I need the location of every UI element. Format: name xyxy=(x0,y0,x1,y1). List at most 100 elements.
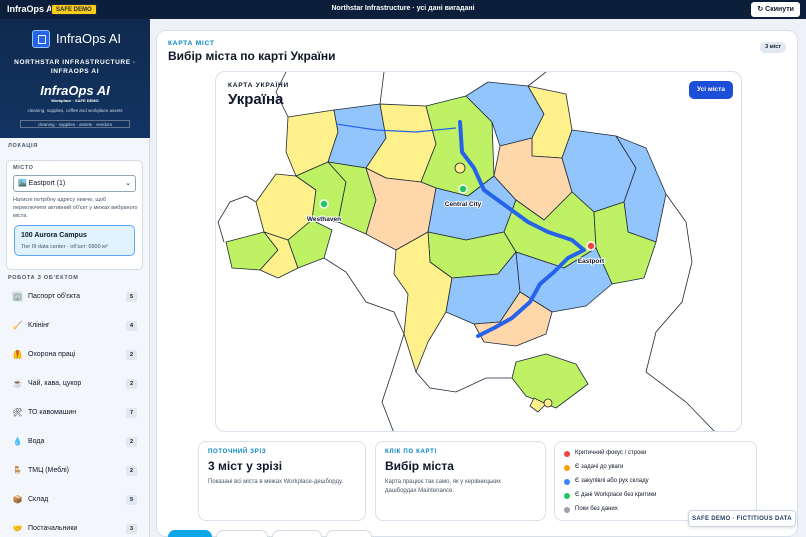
safe-demo-footer-badge: SAFE DEMO · FICTITIOUS DATA xyxy=(688,510,796,527)
sidebar: InfraOps AI NORTHSTAR INFRASTRUCTURE · I… xyxy=(0,19,150,537)
infraops-logo-sub: Workplace · SAFE DEMO xyxy=(51,98,99,103)
org-name-line1: NORTHSTAR INFRASTRUCTURE · xyxy=(14,59,136,66)
work-item-count: 7 xyxy=(126,408,137,418)
city-count-badge: 3 міст xyxy=(760,42,786,53)
location-hint: Натисні потрібну адресу нижче, щоб перек… xyxy=(13,197,138,219)
building-icon: 🏢 xyxy=(12,291,23,302)
legend-label: Є закупівлі або рух складу xyxy=(575,478,649,484)
window-title: Northstar Infrastructure · усі дані вига… xyxy=(331,5,475,12)
work-section-label: РОБОТА З ОБ'ЄКТОМ xyxy=(8,275,79,281)
infraops-logo: InfraOps AI xyxy=(40,83,110,98)
work-item-label: Склад xyxy=(28,496,49,503)
all-cities-button[interactable]: Усі міста xyxy=(689,81,733,99)
box-icon: 📦 xyxy=(12,495,23,504)
map-card: КАРТА УКРАЇНИ Україна Усі міста Westhave… xyxy=(215,71,742,432)
broom-icon: 🧹 xyxy=(12,321,23,330)
work-item-label: Охорона праці xyxy=(28,351,76,358)
water-drop-icon: 💧 xyxy=(12,437,23,446)
tools-icon: 🛠 xyxy=(12,408,23,417)
building-icon xyxy=(32,30,50,48)
card-kicker: КЛІК ПО КАРТІ xyxy=(385,449,437,455)
legend-label: Поки без даних xyxy=(575,506,618,512)
map-click-card: КЛІК ПО КАРТІ Вибір міста Карта працює т… xyxy=(375,441,546,521)
status-dot-gray xyxy=(564,507,570,513)
filter-pill-3[interactable] xyxy=(272,530,322,537)
card-value: Вибір міста xyxy=(385,459,454,473)
chevron-down-icon: ⌄ xyxy=(125,180,131,187)
reset-button[interactable]: ↻ Скинути xyxy=(751,2,800,17)
work-item-count: 2 xyxy=(126,379,137,389)
campus-name: 100 Aurora Campus xyxy=(21,232,87,239)
coffee-icon: ☕ xyxy=(12,379,23,388)
status-dot-red xyxy=(564,451,570,457)
main-panel: КАРТА МІСТ Вибір міста по карті України … xyxy=(156,30,798,537)
work-item-safety[interactable]: 🦺 Охорона праці 2 xyxy=(6,348,137,362)
work-item-vendors[interactable]: 🤝 Постачальники 3 xyxy=(6,522,137,536)
work-item-count: 3 xyxy=(126,524,137,534)
work-item-furniture[interactable]: 🪑 ТМЦ (Меблі) 2 xyxy=(6,464,137,478)
work-item-count: 2 xyxy=(126,437,137,447)
location-card: МІСТО 🏙️ Eastport (1) ⌄ Натисні потрібну… xyxy=(6,160,143,270)
work-item-coffee-machines[interactable]: 🛠 ТО кавомашин 7 xyxy=(6,406,137,420)
city-marker-south xyxy=(543,398,553,408)
work-item-count: 4 xyxy=(126,321,137,331)
city-select[interactable]: 🏙️ Eastport (1) ⌄ xyxy=(13,175,136,192)
city-select-value: 🏙️ Eastport (1) xyxy=(18,180,66,187)
border-south xyxy=(415,371,512,393)
safety-vest-icon: 🦺 xyxy=(12,350,23,359)
campus-details: Tier III data center · об'єкт: 6800 м² xyxy=(21,244,108,250)
work-item-warehouse[interactable]: 📦 Склад 5 xyxy=(6,493,137,507)
work-item-count: 2 xyxy=(126,350,137,360)
filter-pill-1[interactable] xyxy=(168,530,212,537)
work-item-coffee[interactable]: ☕ Чай, кава, цукор 2 xyxy=(6,377,137,391)
work-item-count: 2 xyxy=(126,466,137,476)
work-item-label: Чай, кава, цукор xyxy=(28,380,82,387)
city-label: МІСТО xyxy=(13,165,34,171)
work-item-count: 5 xyxy=(126,495,137,505)
border-west xyxy=(217,195,257,243)
top-bar: InfraOps AI SAFE DEMO Northstar Infrastr… xyxy=(0,0,806,19)
card-desc: Показані всі міста в межах Workplace-деш… xyxy=(208,479,344,485)
work-item-label: Клінінг xyxy=(28,322,50,329)
city-label-eastport: Eastport xyxy=(578,258,605,265)
filter-pill-4[interactable] xyxy=(326,530,372,537)
city-marker-north xyxy=(454,162,466,174)
work-item-water[interactable]: 💧 Вода 2 xyxy=(6,435,137,449)
org-name: NORTHSTAR INFRASTRUCTURE · INFRAOPS AI xyxy=(0,58,150,76)
work-item-label: ТО кавомашин xyxy=(28,409,77,416)
sidebar-header: InfraOps AI NORTHSTAR INFRASTRUCTURE · I… xyxy=(0,19,150,138)
city-label-westhaven: Westhaven xyxy=(307,216,341,223)
handshake-icon: 🤝 xyxy=(12,524,23,533)
legend-label: Є задачі до уваги xyxy=(575,464,624,470)
campus-item[interactable]: 100 Aurora Campus Tier III data center ·… xyxy=(14,225,135,256)
work-item-label: Вода xyxy=(28,438,45,445)
scope-tags: cleaning · supplies · assets · vendors xyxy=(20,120,130,128)
legend-label: Критичний фокус / строки xyxy=(575,450,647,456)
legend-label: Є дані Workplace без критики xyxy=(575,492,657,498)
section-kicker: КАРТА МІСТ xyxy=(168,40,215,47)
card-desc: Карта працює так само, як у керівницьких… xyxy=(385,479,502,494)
sidebar-logo-title: InfraOps AI xyxy=(56,31,122,46)
work-item-label: Постачальники xyxy=(28,525,78,532)
map-kicker: КАРТА УКРАЇНИ xyxy=(228,82,290,89)
org-name-line2: INFRAOPS AI xyxy=(50,68,100,75)
ukraine-map: Westhaven Central City Eastport xyxy=(217,72,715,431)
card-value: 3 міст у зрізі xyxy=(208,459,283,473)
chair-icon: 🪑 xyxy=(12,466,23,475)
work-item-label: Паспорт об'єкта xyxy=(28,293,80,300)
status-dot-orange xyxy=(564,465,570,471)
card-kicker: ПОТОЧНИЙ ЗРІЗ xyxy=(208,449,267,455)
city-label-central-city: Central City xyxy=(445,201,482,208)
status-dot-blue xyxy=(564,479,570,485)
work-item-cleaning[interactable]: 🧹 Клінінг 4 xyxy=(6,319,137,333)
current-slice-card: ПОТОЧНИЙ ЗРІЗ 3 міст у зрізі Показані вс… xyxy=(198,441,366,521)
location-section-label: ЛОКАЦІЯ xyxy=(8,143,38,149)
status-dot-green xyxy=(564,493,570,499)
border-moldova xyxy=(323,257,405,431)
map-legend: Критичний фокус / строки Є задачі до ува… xyxy=(554,441,757,521)
work-item-count: 5 xyxy=(126,292,137,302)
work-item-passport[interactable]: 🏢 Паспорт об'єкта 5 xyxy=(6,290,137,304)
filter-pill-2[interactable] xyxy=(216,530,268,537)
work-item-label: ТМЦ (Меблі) xyxy=(28,467,69,474)
page-title: Вибір міста по карті України xyxy=(168,49,336,63)
